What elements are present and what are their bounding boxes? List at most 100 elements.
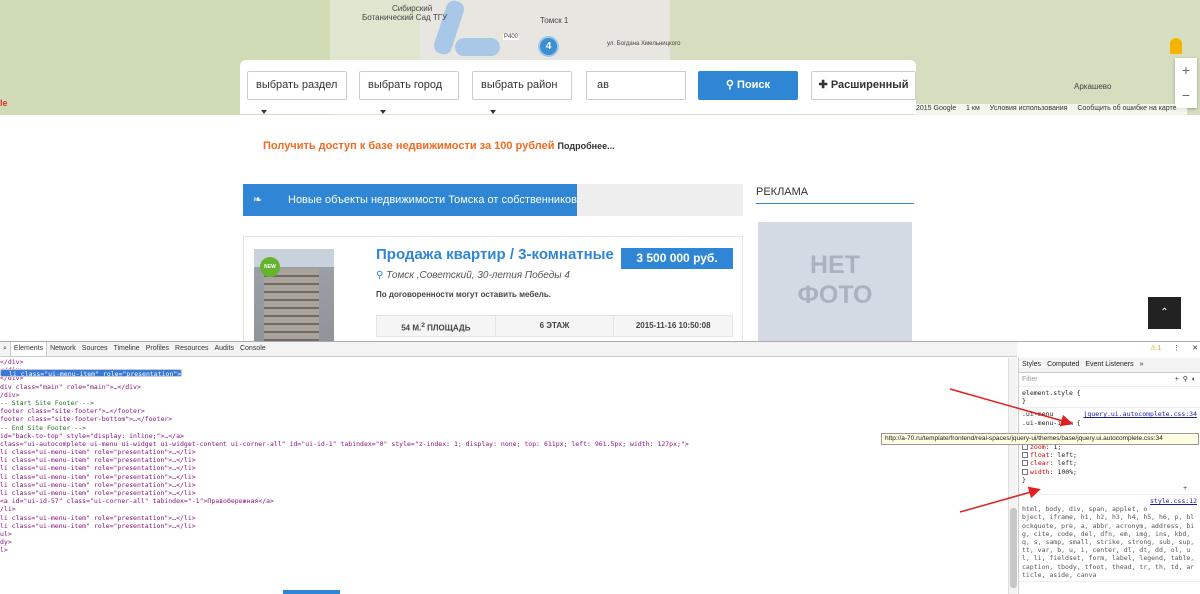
promo-line: Получить доступ к базе недвижимости за 1…	[263, 140, 615, 152]
listing-title[interactable]: Продажа квартир / 3-комнатные	[376, 246, 614, 263]
dom-node-line[interactable]: li class="ui-menu-item" role="presentati…	[0, 464, 1008, 472]
street-view-pegman-icon[interactable]	[1170, 38, 1182, 54]
dom-node-line[interactable]: dy>	[0, 538, 1008, 546]
source-url-tooltip: http://a-70.ru/template/frontend/real-sp…	[881, 433, 1199, 445]
tab-computed[interactable]: Computed	[1044, 361, 1082, 368]
dom-node-line[interactable]: li class="ui-menu-item" role="presentati…	[0, 473, 1008, 481]
tab-audits[interactable]: Audits	[212, 342, 237, 356]
map-zoom-control[interactable]: + −	[1175, 58, 1197, 108]
dom-scrollbar[interactable]	[1008, 358, 1017, 594]
css-property[interactable]: width: 100%;	[1022, 468, 1197, 476]
tab-event-listeners[interactable]: Event Listeners	[1082, 361, 1136, 368]
map-label: Томск 1	[540, 16, 569, 25]
element-style-rule[interactable]: element.style { }	[1019, 387, 1200, 409]
back-to-top-button[interactable]: ⌃	[1148, 297, 1181, 329]
tab-styles[interactable]: Styles	[1019, 361, 1045, 368]
css-property[interactable]: float: left;	[1022, 451, 1197, 459]
plus-icon: ✚	[818, 79, 828, 91]
dom-node-line[interactable]: -- Start Site Footer -->	[0, 399, 1008, 407]
styles-tabs: Styles Computed Event Listeners»	[1019, 358, 1200, 373]
chevron-down-icon	[380, 110, 386, 115]
css-rule-ui-menu-item[interactable]: .ui-menu jquery.ui.autocomplete.css:34 .u…	[1019, 408, 1200, 496]
ad-placeholder[interactable]: НЕТ ФОТО	[758, 222, 912, 342]
tab-profiles[interactable]: Profiles	[143, 342, 172, 356]
close-icon[interactable]: ✕	[1192, 345, 1198, 352]
dom-node-line[interactable]: li class="ui-menu-item" role="presentati…	[0, 448, 1008, 456]
tab-network[interactable]: Network	[47, 342, 79, 356]
listing-date: 2015-11-16 10:50:08	[635, 321, 711, 330]
dom-node-line[interactable]: li class="ui-menu-item" role="presentati…	[0, 514, 1008, 522]
dom-node-line[interactable]: li class="ui-menu-item" role="presentati…	[0, 522, 1008, 530]
dom-node-line[interactable]: li class="ui-menu-item" role="presentati…	[0, 456, 1008, 464]
section-banner: ❧ Новые объекты недвижимости Томска от с…	[243, 184, 743, 216]
css-source-link[interactable]: style.css:12	[1150, 497, 1197, 505]
map-attribution: 2015 Google 1 км Условия использования С…	[914, 104, 1187, 115]
dom-tree[interactable]: </div> </div> </div> div class="main" ro…	[0, 358, 1008, 594]
map-edge-text: le	[0, 98, 8, 108]
divider	[756, 203, 914, 204]
new-badge: NEW	[260, 257, 280, 277]
section-select[interactable]: выбрать раздел	[247, 71, 347, 115]
dom-node-line[interactable]: footer class="site-footer">…</footer>	[0, 407, 1008, 415]
listing-address: ⚲ Томск ,Советский, 30-летия Победы 4	[376, 270, 570, 281]
css-rule-reset[interactable]: style.css:12 html, body, div, span, appl…	[1019, 495, 1200, 583]
dom-node-line[interactable]: l>	[0, 546, 1008, 554]
search-button[interactable]: ⚲ Поиск	[698, 71, 798, 100]
advanced-search-button[interactable]: ✚ Расширенный	[811, 71, 916, 100]
chevron-up-icon: ⌃	[1160, 307, 1169, 318]
add-rule-icon[interactable]: +	[1022, 484, 1197, 492]
dom-node-line[interactable]: class="ui-autocomplete ui-menu ui-widget…	[0, 440, 1008, 448]
chevron-down-icon	[490, 110, 496, 115]
dom-node-line[interactable]: /div>	[0, 391, 1008, 399]
dom-node-line[interactable]: ul>	[0, 530, 1008, 538]
warning-icon[interactable]: ⚠1	[1150, 345, 1161, 352]
listing-note: По договоренности могут оставить мебель.	[376, 290, 552, 299]
banner-title: Новые объекты недвижимости Томска от соб…	[288, 194, 581, 206]
search-bar: выбрать раздел выбрать город выбрать рай…	[240, 60, 916, 115]
page: Сибирский Ботанический Сад ТГУ Томск 1 Р…	[0, 0, 1200, 594]
dom-node-line[interactable]: li class="ui-menu-item" role="presentati…	[0, 489, 1008, 497]
dom-node-line[interactable]: div class="main" role="main">…</div>	[0, 383, 1008, 391]
css-source-link[interactable]: jquery.ui.autocomplete.css:34	[1084, 410, 1198, 418]
scroll-indicator	[283, 590, 340, 594]
dom-node-line[interactable]: footer class="site-footer-bottom">…</foo…	[0, 415, 1008, 423]
zoom-in-icon[interactable]: +	[1175, 58, 1197, 83]
styles-filter-input[interactable]: Filter + ⚲ ◐	[1019, 373, 1200, 387]
listing-card[interactable]: NEW Продажа квартир / 3-комнатные 3 500 …	[243, 236, 743, 342]
dom-node-line[interactable]: /li>	[0, 505, 1008, 513]
promo-more-link[interactable]: Подробнее...	[558, 141, 615, 151]
chevron-down-icon	[261, 110, 267, 115]
dom-node-line[interactable]: <a id="ui-id-57" class="ui-corner-all" t…	[0, 497, 1008, 505]
promo-link[interactable]: Получить доступ к базе недвижимости за 1…	[263, 140, 554, 152]
map-road-label: Р400	[503, 34, 520, 40]
styles-toolbar-icons[interactable]: + ⚲ ◐	[1175, 373, 1196, 387]
css-property[interactable]: clear: left;	[1022, 459, 1197, 467]
map-label: Ботанический Сад ТГУ	[362, 13, 448, 22]
city-select[interactable]: выбрать город	[359, 71, 459, 115]
property-checkbox[interactable]	[1022, 452, 1028, 459]
more-tabs-icon[interactable]: »	[1137, 361, 1147, 368]
map-cluster-marker[interactable]: 4	[538, 36, 559, 57]
dom-node-line[interactable]: </div>	[0, 358, 1008, 366]
devtools-panel: ⌕ Elements Network Sources Timeline Profiles R…	[0, 341, 1200, 594]
devtools-tabs: ⌕ Elements Network Sources Timeline Profiles R…	[0, 342, 1017, 357]
tab-elements[interactable]: Elements	[9, 342, 48, 356]
dom-node-line[interactable]: -- End Site Footer -->	[0, 424, 1008, 432]
more-icon[interactable]: ⋮	[1173, 345, 1180, 352]
devtools-search-icon[interactable]: ⌕	[0, 342, 10, 356]
search-input[interactable]: ав	[586, 71, 686, 100]
tab-sources[interactable]: Sources	[79, 342, 111, 356]
tab-resources[interactable]: Resources	[172, 342, 211, 356]
selected-dom-node[interactable]: li class="ui-menu-item" role="presentati…	[0, 369, 183, 378]
listing-stats: 54 М.2 ПЛОЩАДЬ 6 ЭТАЖ 2015-11-16 10:50:0…	[376, 315, 733, 337]
property-checkbox[interactable]	[1022, 468, 1028, 475]
dom-node-line[interactable]: li class="ui-menu-item" role="presentati…	[0, 481, 1008, 489]
property-checkbox[interactable]	[1022, 460, 1028, 467]
map-label: Аркашево	[1074, 82, 1112, 91]
tab-timeline[interactable]: Timeline	[110, 342, 142, 356]
dom-node-line[interactable]: id="back-to-top" style="display: inline;…	[0, 432, 1008, 440]
map-label: ул. Богдана Хмельницкого	[607, 41, 681, 47]
district-select[interactable]: выбрать район	[472, 71, 572, 115]
tab-console[interactable]: Console	[237, 342, 269, 356]
map-label: Сибирский	[392, 4, 433, 13]
